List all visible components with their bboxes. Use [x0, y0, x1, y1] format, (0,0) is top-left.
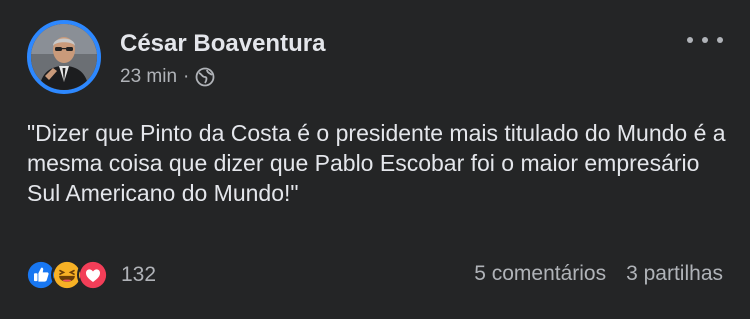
- post-meta: 23 min ·: [120, 66, 215, 88]
- facebook-post: César Boaventura 23 min · "Dizer que Pin…: [0, 0, 750, 319]
- reaction-icons: [25, 259, 109, 291]
- profile-photo: [31, 24, 97, 90]
- globe-icon[interactable]: [195, 67, 215, 87]
- author-name[interactable]: César Boaventura: [120, 30, 325, 58]
- avatar[interactable]: [27, 20, 101, 94]
- dot: [702, 37, 708, 43]
- engagement-stats: 5 comentários 3 partilhas: [474, 262, 723, 286]
- more-options-icon[interactable]: [687, 30, 723, 50]
- post-text: "Dizer que Pinto da Costa é o presidente…: [27, 120, 726, 206]
- comments-count-link[interactable]: 5 comentários: [474, 262, 606, 286]
- post-time[interactable]: 23 min: [120, 66, 177, 88]
- dot: [717, 37, 723, 43]
- reaction-count: 132: [121, 263, 157, 286]
- shares-count-link[interactable]: 3 partilhas: [626, 262, 723, 286]
- reactions-summary[interactable]: 132: [25, 259, 156, 291]
- dot: [687, 37, 693, 43]
- meta-separator: ·: [183, 66, 190, 87]
- love-icon: [77, 259, 109, 291]
